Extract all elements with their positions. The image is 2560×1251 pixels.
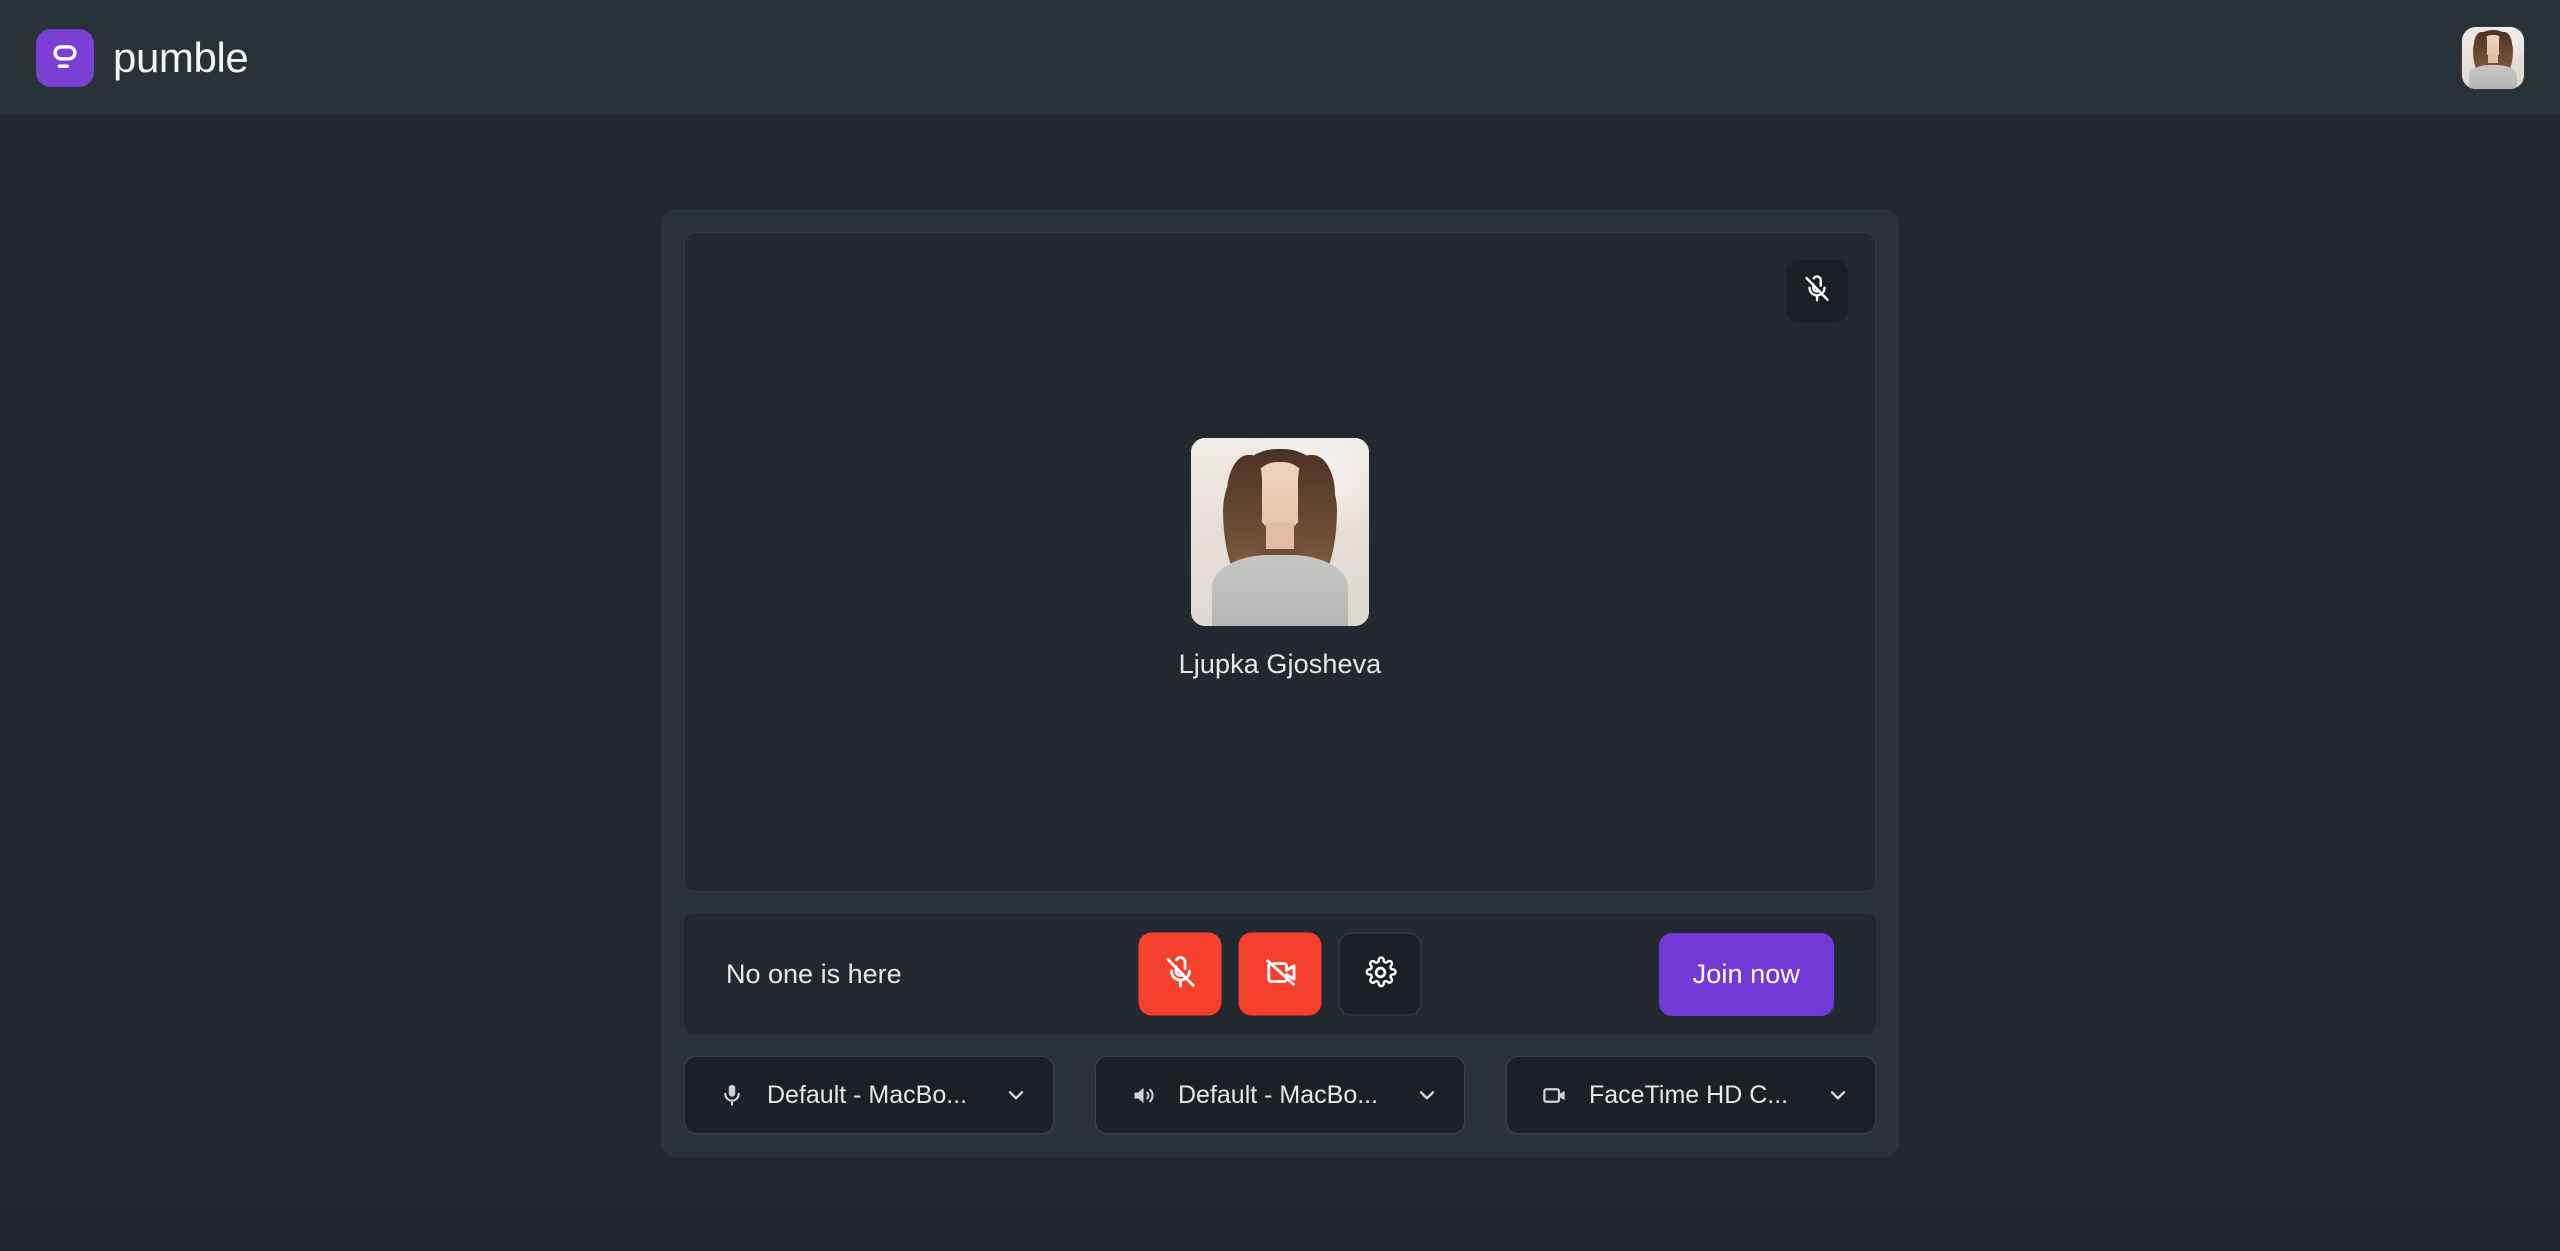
pumble-speech-bubble-icon	[36, 28, 94, 87]
control-cluster	[1138, 932, 1422, 1016]
speaker-device-label: Default - MacBo...	[1178, 1080, 1379, 1109]
prejoin-card: Ljupka Gjosheva No one is here Join now …	[661, 209, 1899, 1157]
camera-device-select[interactable]: FaceTime HD C...	[1506, 1056, 1876, 1134]
chevron-down-icon[interactable]	[1414, 1082, 1440, 1108]
toggle-camera-button[interactable]	[1238, 932, 1322, 1016]
device-selector-row: Default - MacBo... Default - MacBo... Fa…	[684, 1056, 1876, 1134]
device-settings-button[interactable]	[1338, 932, 1422, 1016]
participant-tile: Ljupka Gjosheva	[1179, 438, 1382, 680]
speaker-device-select[interactable]: Default - MacBo...	[1095, 1056, 1465, 1134]
status-text: No one is here	[726, 958, 902, 989]
microphone-device-label: Default - MacBo...	[767, 1080, 968, 1109]
page-bottom-strip	[0, 1215, 2560, 1251]
chevron-down-icon[interactable]	[1825, 1082, 1851, 1108]
participant-name: Ljupka Gjosheva	[1178, 649, 1382, 679]
camera-device-label: FaceTime HD C...	[1589, 1080, 1789, 1109]
participant-photo	[1190, 438, 1369, 626]
participant-avatar	[1190, 438, 1369, 626]
video-off-icon	[1262, 955, 1298, 994]
video-preview-stage: Ljupka Gjosheva	[684, 232, 1876, 892]
avatar-photo	[2462, 26, 2524, 89]
join-now-button[interactable]: Join now	[1658, 932, 1834, 1016]
microphone-icon	[713, 1082, 751, 1108]
mic-off-icon	[1802, 274, 1832, 309]
brand-name: pumble	[113, 33, 249, 81]
microphone-device-select[interactable]: Default - MacBo...	[684, 1056, 1054, 1134]
toggle-microphone-button[interactable]	[1138, 932, 1222, 1016]
app-header: pumble	[0, 0, 2560, 115]
mic-off-icon	[1162, 955, 1198, 994]
chevron-down-icon[interactable]	[1003, 1082, 1029, 1108]
mic-off-badge	[1786, 260, 1848, 322]
brand-logo[interactable]: pumble	[36, 28, 249, 87]
gear-icon	[1363, 956, 1397, 993]
speaker-icon	[1124, 1082, 1162, 1109]
control-bar: No one is here Join now	[684, 913, 1876, 1035]
prejoin-page: Ljupka Gjosheva No one is here Join now …	[0, 115, 2560, 1251]
avatar[interactable]	[2462, 26, 2524, 89]
video-camera-icon	[1535, 1082, 1573, 1109]
